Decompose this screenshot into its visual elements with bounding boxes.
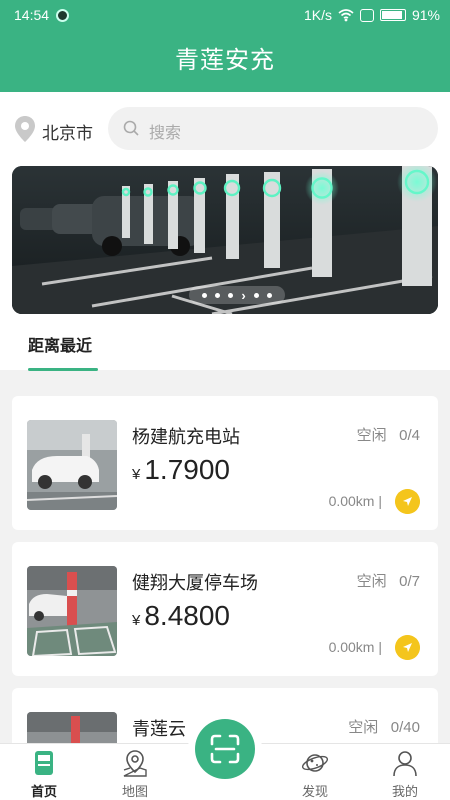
banner-pager: › — [189, 286, 285, 304]
navigate-icon[interactable] — [395, 635, 420, 660]
nav-profile[interactable]: 我的 — [375, 748, 435, 800]
availability-count: 0/7 — [399, 573, 420, 590]
pager-dot — [266, 292, 272, 298]
nav-discover[interactable]: 发现 — [285, 748, 345, 800]
city-selector[interactable]: 北京市 — [42, 119, 93, 144]
battery-icon — [379, 9, 406, 21]
availability-count: 0/4 — [399, 427, 420, 444]
availability-status: 空闲 — [348, 719, 379, 736]
wifi-icon — [338, 8, 354, 21]
nav-map[interactable]: 地图 — [105, 748, 165, 800]
search-icon — [123, 120, 139, 136]
station-photo — [27, 420, 117, 510]
tab-nearest[interactable]: 距离最近 — [28, 332, 92, 356]
station-photo — [27, 566, 117, 656]
status-bar: 14:54 1K/s 91% — [0, 0, 450, 30]
page-title: 青莲安充 — [175, 47, 275, 74]
station-card[interactable]: 健翔大厦停车场 空闲 0/7 ¥8.4800 0.00km | — [12, 542, 438, 676]
search-input[interactable]: 搜索 — [108, 107, 438, 150]
status-time: 14:54 — [14, 7, 50, 23]
station-distance: 0.00km | — [328, 493, 382, 509]
availability-status: 空闲 — [356, 573, 387, 590]
network-speed: 1K/s — [303, 7, 332, 23]
promo-banner[interactable]: › — [12, 166, 438, 314]
planet-icon — [301, 754, 329, 772]
station-price: ¥1.7900 — [132, 454, 230, 486]
pager-active-icon: › — [241, 287, 246, 303]
price-value: 1.7900 — [144, 454, 230, 485]
station-card[interactable]: 杨建航充电站 空闲 0/4 ¥1.7900 0.00km | — [12, 396, 438, 530]
price-value: 8.4800 — [144, 600, 230, 631]
station-availability: 空闲 0/4 — [357, 424, 420, 445]
price-currency: ¥ — [132, 466, 141, 483]
station-name: 杨建航充电站 — [132, 427, 240, 447]
banner-section: › 距离最近 — [0, 164, 450, 371]
pager-dot — [215, 292, 221, 298]
pager-dot — [228, 292, 234, 298]
nav-home[interactable]: 首页 — [14, 748, 74, 800]
battery-percent: 91% — [411, 7, 440, 23]
price-currency: ¥ — [132, 612, 141, 629]
station-availability: 空闲 0/40 — [348, 716, 420, 737]
tab-indicator — [28, 368, 98, 371]
location-pin-icon[interactable] — [14, 115, 36, 143]
app-header: 14:54 1K/s 91% 青莲安充 — [0, 0, 450, 92]
nav-home-label: 首页 — [30, 784, 57, 799]
navigate-icon[interactable] — [395, 489, 420, 514]
scan-icon — [210, 734, 240, 764]
availability-count: 0/40 — [390, 719, 420, 736]
pager-dot — [202, 292, 208, 298]
station-availability: 空闲 0/7 — [357, 570, 420, 591]
station-name: 健翔大厦停车场 — [132, 573, 258, 593]
map-pin-icon — [123, 750, 147, 777]
nav-map-label: 地图 — [121, 784, 148, 799]
notification-icon — [56, 9, 69, 22]
status-right: 1K/s 91% — [304, 7, 440, 23]
sim-alert-icon — [359, 8, 374, 22]
station-price: ¥8.4800 — [132, 600, 230, 632]
availability-status: 空闲 — [356, 427, 387, 444]
nav-profile-label: 我的 — [391, 784, 418, 799]
scan-button[interactable] — [195, 719, 255, 779]
pager-dot — [253, 292, 259, 298]
user-icon — [393, 751, 417, 777]
station-name: 青莲云 — [132, 719, 186, 739]
search-placeholder: 搜索 — [149, 125, 182, 142]
station-distance: 0.00km | — [328, 639, 382, 655]
location-search-bar: 北京市 搜索 — [0, 92, 450, 164]
home-icon — [35, 751, 53, 775]
nav-discover-label: 发现 — [301, 784, 328, 799]
